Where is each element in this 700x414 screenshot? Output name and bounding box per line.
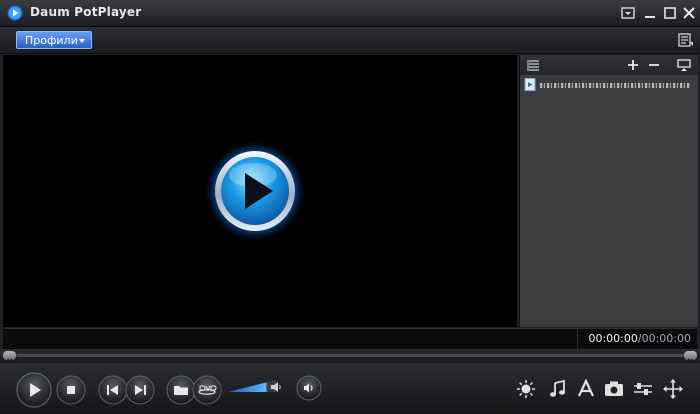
profiles-label: Профили [25, 34, 78, 47]
maximize-icon[interactable] [661, 4, 679, 22]
play-icon[interactable] [203, 139, 307, 243]
close-icon[interactable] [680, 4, 698, 22]
status-divider [577, 329, 578, 349]
media-file-icon [524, 78, 536, 91]
window-title: Daum PotPlayer [30, 5, 142, 19]
seek-back-icon[interactable] [3, 351, 16, 365]
play-icon[interactable] [16, 372, 52, 408]
brightness-icon[interactable] [516, 379, 536, 399]
next-icon[interactable] [125, 375, 155, 405]
playlist-item-name [540, 83, 690, 88]
time-total: 00:00:00 [641, 332, 691, 345]
seek-bar[interactable] [0, 349, 700, 365]
seek-track[interactable] [16, 354, 684, 357]
stop-icon[interactable] [56, 375, 86, 405]
volume-slider[interactable] [228, 380, 276, 392]
potplayer-window: Daum PotPlayer Профили 00:00:00/00:00:00 [0, 0, 700, 414]
audio-toggle-icon[interactable] [296, 375, 322, 401]
profiles-button[interactable]: Профили [16, 31, 92, 49]
move-icon[interactable] [662, 378, 684, 400]
minimize-icon[interactable] [641, 4, 659, 22]
title-bar[interactable]: Daum PotPlayer [0, 0, 700, 27]
time-current: 00:00:00 [588, 332, 638, 345]
playlist-item[interactable] [524, 78, 694, 92]
menu-icon[interactable] [619, 4, 637, 22]
playlist-header [520, 55, 698, 75]
time-display[interactable]: 00:00:00/00:00:00 [588, 332, 691, 345]
add-icon[interactable] [626, 58, 640, 72]
music-note-icon[interactable] [548, 379, 568, 399]
playlist-panel[interactable] [519, 55, 698, 327]
seek-forward-icon[interactable] [684, 351, 697, 365]
playlist-toggle-icon[interactable] [678, 32, 694, 48]
equalizer-icon[interactable] [632, 379, 654, 399]
toolbar: Профили [0, 27, 700, 54]
playlist-list-icon[interactable] [527, 58, 541, 72]
remove-icon[interactable] [647, 58, 661, 72]
previous-icon[interactable] [98, 375, 128, 405]
chevron-down-icon [79, 39, 85, 43]
status-bar: 00:00:00/00:00:00 [3, 328, 697, 349]
camera-icon[interactable] [603, 379, 625, 399]
video-area[interactable] [3, 55, 517, 327]
dvd-icon[interactable] [192, 375, 222, 405]
speaker-icon[interactable] [270, 380, 282, 394]
playlist-output-icon[interactable] [677, 58, 691, 72]
potplayer-logo-icon [7, 5, 23, 21]
control-bar [0, 363, 700, 414]
subtitle-icon[interactable] [577, 379, 595, 399]
